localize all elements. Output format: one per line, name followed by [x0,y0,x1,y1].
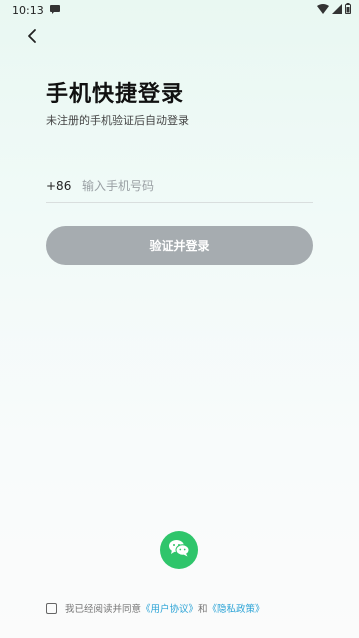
wechat-icon [168,539,190,561]
back-arrow-icon [25,28,39,48]
agreement-row: 我已经阅读并同意 《用户协议》 和 《隐私政策》 [46,601,265,615]
page-title: 手机快捷登录 [46,82,185,107]
privacy-policy-link[interactable]: 《隐私政策》 [208,601,265,615]
battery-icon [345,3,351,17]
status-right [317,3,351,17]
user-agreement-link[interactable]: 《用户协议》 [141,601,198,615]
wifi-icon [317,3,329,17]
status-bar: 10:13 [0,0,359,20]
agreement-prefix: 我已经阅读并同意 [65,604,142,615]
agreement-conjunction: 和 [198,604,208,615]
status-time: 10:13 [12,3,44,17]
notification-icon [49,4,60,17]
signal-icon [332,3,342,17]
wechat-login-button[interactable] [160,531,198,569]
phone-input[interactable] [82,174,313,198]
phone-input-row: +86 [46,170,313,203]
back-button[interactable] [20,26,44,50]
status-left: 10:13 [12,4,60,17]
page-subtitle: 未注册的手机验证后自动登录 [46,114,189,127]
verify-login-button[interactable]: 验证并登录 [46,226,313,265]
agreement-checkbox[interactable] [46,602,57,614]
country-code[interactable]: +86 [46,179,82,193]
